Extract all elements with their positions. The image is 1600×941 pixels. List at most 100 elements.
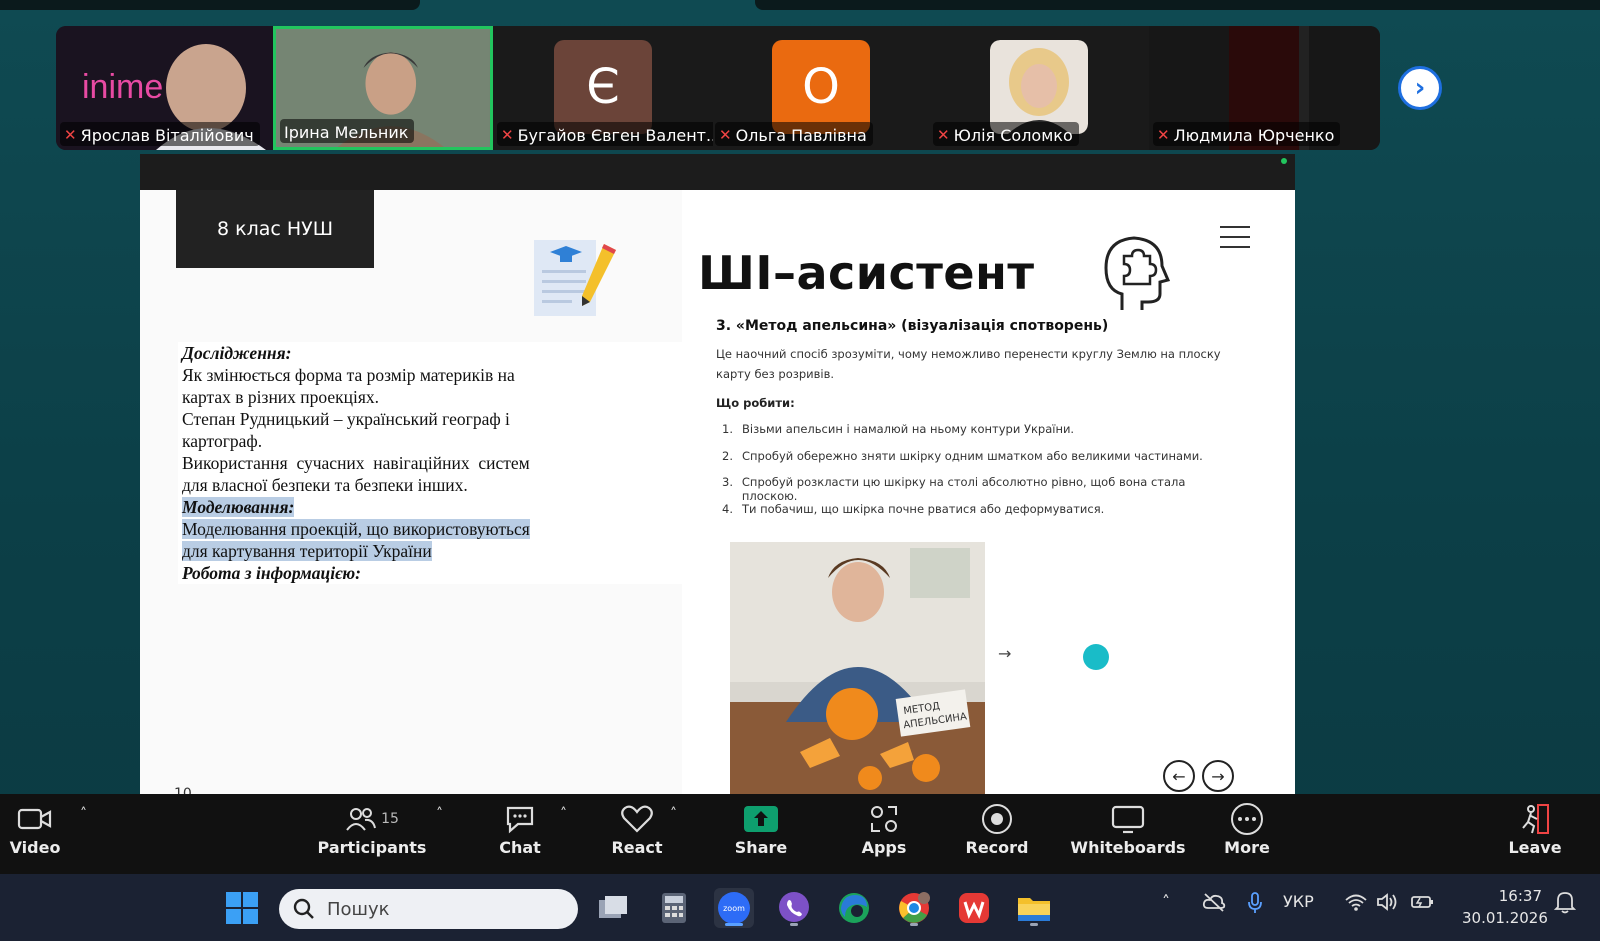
list-item: 1. Візьми апельсин і намалюй на ньому кон… <box>722 422 1242 449</box>
mic-muted-icon: ✕ <box>501 126 514 144</box>
task-view-icon[interactable] <box>593 888 633 928</box>
apps-label: Apps <box>861 838 907 857</box>
zoom-app-label: zoom <box>723 904 745 913</box>
mic-muted-icon: ✕ <box>937 126 950 144</box>
notes-line-highlighted: Моделювання: <box>182 496 724 518</box>
list-item: 2. Спробуй обережно зняти шкірку одним шм… <box>722 449 1242 476</box>
more-icon <box>1230 802 1264 836</box>
participants-count: 15 <box>381 811 399 827</box>
slide-right-panel: ШІ–асистент 3. «Метод апельсина» (візуал… <box>682 190 1295 794</box>
participant-name: Ірина Мельник <box>284 122 409 142</box>
orange-method-photo: МЕТОД АПЕЛЬСИНА <box>730 542 985 794</box>
video-options-caret[interactable]: ˄ <box>80 806 87 822</box>
edge-browser-icon[interactable] <box>834 888 874 928</box>
notes-text: для картування території України <box>182 541 432 561</box>
share-label: Share <box>734 838 788 857</box>
system-clock[interactable]: 16:37 30.01.2026 <box>1462 885 1548 929</box>
more-button[interactable]: More <box>1222 802 1272 857</box>
clock-time: 16:37 <box>1498 887 1542 905</box>
participants-options-caret[interactable]: ˄ <box>436 806 443 822</box>
menu-icon[interactable] <box>1220 226 1250 248</box>
participant-tile[interactable]: ✕ Юлія Соломко <box>929 26 1149 150</box>
participant-tile[interactable]: О ✕ Ольга Павлівна <box>711 26 931 150</box>
volume-icon[interactable] <box>1376 892 1400 916</box>
steps-list: 1. Візьми апельсин і намалюй на ньому кон… <box>722 422 1242 528</box>
os-taskbar: Пошук zoom ˄ УКР 16:37 30.01.2026 <box>0 874 1600 941</box>
notes-line: Дослідження: <box>182 343 292 363</box>
mic-muted-icon: ✕ <box>719 126 732 144</box>
notes-text: Моделювання проекцій, що використовуютьс… <box>182 519 530 539</box>
grade-label: 8 клас НУШ <box>176 190 374 268</box>
file-explorer-icon[interactable] <box>1014 888 1054 928</box>
tray-overflow-chevron-icon[interactable]: ˄ <box>1162 892 1170 911</box>
next-slide-button[interactable]: → <box>1202 760 1234 792</box>
record-label: Record <box>965 838 1029 857</box>
next-participants-button[interactable]: › <box>1398 66 1442 110</box>
webinar-logo: inime <box>82 68 164 106</box>
slide-title: ШІ–асистент <box>698 246 1035 300</box>
participant-tile[interactable]: inime ✕ Ярослав Віталійович <box>56 26 276 150</box>
whiteboards-button[interactable]: Whiteboards <box>1066 802 1190 857</box>
step-text: Спробуй обережно зняти шкірку одним шмат… <box>742 448 1203 463</box>
leave-button[interactable]: Leave <box>1508 802 1562 857</box>
windows-start-icon[interactable] <box>222 888 262 928</box>
wifi-icon[interactable] <box>1344 892 1368 916</box>
zoom-app-icon[interactable]: zoom <box>714 888 754 928</box>
arrow-right-icon: → <box>1211 766 1225 786</box>
apps-button[interactable]: Apps <box>860 802 908 857</box>
list-item: 3. Спробуй розкласти цю шкірку на столі а… <box>722 475 1242 503</box>
search-placeholder: Пошук <box>327 898 390 920</box>
notifications-bell-icon[interactable] <box>1553 890 1577 918</box>
calculator-icon[interactable] <box>654 888 694 928</box>
share-screen-icon <box>743 802 779 836</box>
participant-tile[interactable]: Є ✕ Бугайов Євген Валент... <box>493 26 713 150</box>
participant-tile-active-speaker[interactable]: Ірина Мельник <box>273 26 493 150</box>
wps-office-icon[interactable] <box>954 888 994 928</box>
section-description: Це наочний спосіб зрозуміти, чому неможл… <box>716 347 1221 381</box>
notes-line: для власної безпеки та безпеки інших. <box>182 475 468 495</box>
share-button[interactable]: Share <box>734 802 788 857</box>
battery-icon[interactable] <box>1410 892 1436 916</box>
leave-label: Leave <box>1508 838 1562 857</box>
instructions-heading: Що робити: <box>716 396 795 410</box>
apps-icon <box>868 802 900 836</box>
previous-slide-button[interactable]: ← <box>1163 760 1195 792</box>
taskbar-search-input[interactable]: Пошук <box>279 889 578 929</box>
participant-name-tag: Ірина Мельник <box>280 119 415 143</box>
record-button[interactable]: Record <box>964 802 1030 857</box>
document-pencil-icon <box>534 240 616 316</box>
step-text: Ти побачиш, що шкірка почне рватися або … <box>742 501 1105 516</box>
notes-line-highlighted: для картування території України <box>182 540 724 562</box>
step-text: Спробуй розкласти цю шкірку на столі абс… <box>741 475 1186 503</box>
video-button[interactable]: Video <box>10 802 60 857</box>
whiteboard-icon <box>1111 802 1145 836</box>
participants-button[interactable]: 15 Participants <box>318 802 426 857</box>
react-options-caret[interactable]: ˄ <box>670 806 677 822</box>
notes-line: картограф. <box>182 431 263 451</box>
more-label: More <box>1224 838 1270 857</box>
chat-label: Chat <box>499 838 541 857</box>
notes-line: Використання сучасних навігаційних систе… <box>182 453 530 473</box>
viber-icon[interactable] <box>774 888 814 928</box>
notes-line-highlighted: Моделювання проекцій, що використовуютьс… <box>182 518 724 540</box>
participant-tile[interactable]: ✕ Людмила Юрченко <box>1149 26 1380 150</box>
microphone-icon[interactable] <box>1247 892 1263 918</box>
participant-name: Юлія Соломко <box>953 125 1073 145</box>
input-language[interactable]: УКР <box>1283 892 1314 911</box>
shared-screen-topbar <box>140 154 1295 190</box>
video-camera-icon <box>17 802 53 836</box>
participant-name-tag: ✕ Ярослав Віталійович <box>60 122 260 146</box>
chat-options-caret[interactable]: ˄ <box>560 806 567 822</box>
arrow-left-icon: ← <box>1172 766 1186 786</box>
page-number: 10 <box>174 786 192 794</box>
sharing-indicator-dot <box>1281 158 1287 164</box>
mic-muted-icon: ✕ <box>64 126 77 144</box>
cloud-offline-icon[interactable] <box>1202 892 1226 916</box>
chat-button[interactable]: Chat <box>496 802 544 857</box>
react-button[interactable]: React <box>610 802 664 857</box>
notes-line: Робота з інформацією: <box>182 563 361 583</box>
chrome-icon[interactable] <box>894 888 934 928</box>
participant-name: Людмила Юрченко <box>1173 125 1335 145</box>
meeting-toolbar: Video ˄ 15 Participants ˄ Chat ˄ React ˄… <box>0 794 1600 874</box>
video-label: Video <box>9 838 61 857</box>
